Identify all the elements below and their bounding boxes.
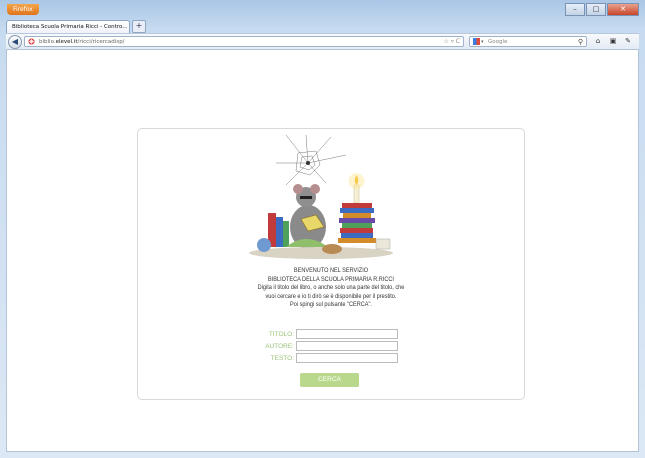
dropdown-icon[interactable]: ▿ xyxy=(451,38,454,45)
toolbar-buttons: ⌂ ▣ ✎ xyxy=(592,36,634,47)
tab-title: Biblioteca Scuola Primaria Ricci - Contr… xyxy=(12,23,128,30)
instructions-line-3: Poi spingi sul pulsante "CERCA". xyxy=(290,301,372,309)
testo-row: TESTO: xyxy=(234,353,398,363)
titolo-label: TITOLO: xyxy=(268,330,294,338)
welcome-subtitle: BIBLIOTECA DELLA SCUOLA PRIMARIA R.RICCI xyxy=(268,275,394,283)
tab-close-icon[interactable]: × xyxy=(129,21,130,34)
new-tab-button[interactable]: + xyxy=(132,20,146,33)
google-icon[interactable] xyxy=(473,38,480,45)
url-prefix: biblio. xyxy=(39,39,56,45)
window-controls: – □ ✕ xyxy=(565,3,639,16)
page-content: BENVENUTO NEL SERVIZIO BIBLIOTECA DELLA … xyxy=(6,49,639,452)
testo-input[interactable] xyxy=(296,353,398,363)
titolo-input[interactable] xyxy=(296,329,398,339)
reload-icon[interactable]: C xyxy=(456,38,460,45)
search-engine-dropdown-icon[interactable]: ▾ xyxy=(481,37,484,47)
maximize-button[interactable]: □ xyxy=(586,3,606,16)
star-icon[interactable]: ☆ xyxy=(444,38,449,45)
cerca-button[interactable]: CERCA xyxy=(300,373,359,387)
site-identity-icon xyxy=(28,38,35,45)
instructions-line-2: vuoi cercare e io ti dirò se è disponibi… xyxy=(265,292,397,300)
home-icon[interactable]: ⌂ xyxy=(592,36,604,47)
autore-label: AUTORE: xyxy=(265,342,294,350)
search-placeholder: Google xyxy=(488,39,508,45)
welcome-title: BENVENUTO NEL SERVIZIO xyxy=(293,267,369,274)
magnifier-icon[interactable]: ⚲ xyxy=(578,37,583,47)
welcome-text: BENVENUTO NEL SERVIZIO BIBLIOTECA DELLA … xyxy=(157,267,504,310)
bookmarks-icon[interactable]: ▣ xyxy=(607,36,619,47)
back-arrow-icon[interactable]: ◀ xyxy=(8,35,22,49)
titolo-row: TITOLO: xyxy=(234,329,398,339)
url-path: /ricci/ricercadisp/ xyxy=(77,39,125,45)
search-bar[interactable]: ▾ Google ⚲ xyxy=(469,36,587,47)
tab-biblioteca[interactable]: Biblioteca Scuola Primaria Ricci - Contr… xyxy=(6,20,130,33)
search-card: BENVENUTO NEL SERVIZIO BIBLIOTECA DELLA … xyxy=(137,128,525,400)
testo-label: TESTO: xyxy=(270,354,294,362)
url-bar[interactable]: biblio.elevel.it/ricci/ricercadisp/ ☆ ▿ … xyxy=(24,36,464,47)
tab-strip: Biblioteca Scuola Primaria Ricci - Contr… xyxy=(6,19,146,33)
close-window-button[interactable]: ✕ xyxy=(607,3,639,16)
firefox-menu-button[interactable]: Firefox xyxy=(7,4,39,15)
autore-row: AUTORE: xyxy=(234,341,398,351)
navigation-toolbar: ◀ biblio.elevel.it/ricci/ricercadisp/ ☆ … xyxy=(6,33,639,49)
minimize-button[interactable]: – xyxy=(565,3,585,16)
url-actions: ☆ ▿ C xyxy=(444,37,460,47)
tools-icon[interactable]: ✎ xyxy=(622,36,634,47)
url-domain: elevel.it xyxy=(55,39,78,45)
instructions-line-1: Digita il titolo del libro, o anche solo… xyxy=(257,284,405,292)
mouse-reading-books-illustration xyxy=(249,135,393,259)
browser-window: Firefox – □ ✕ Biblioteca Scuola Primaria… xyxy=(0,0,645,458)
autore-input[interactable] xyxy=(296,341,398,351)
